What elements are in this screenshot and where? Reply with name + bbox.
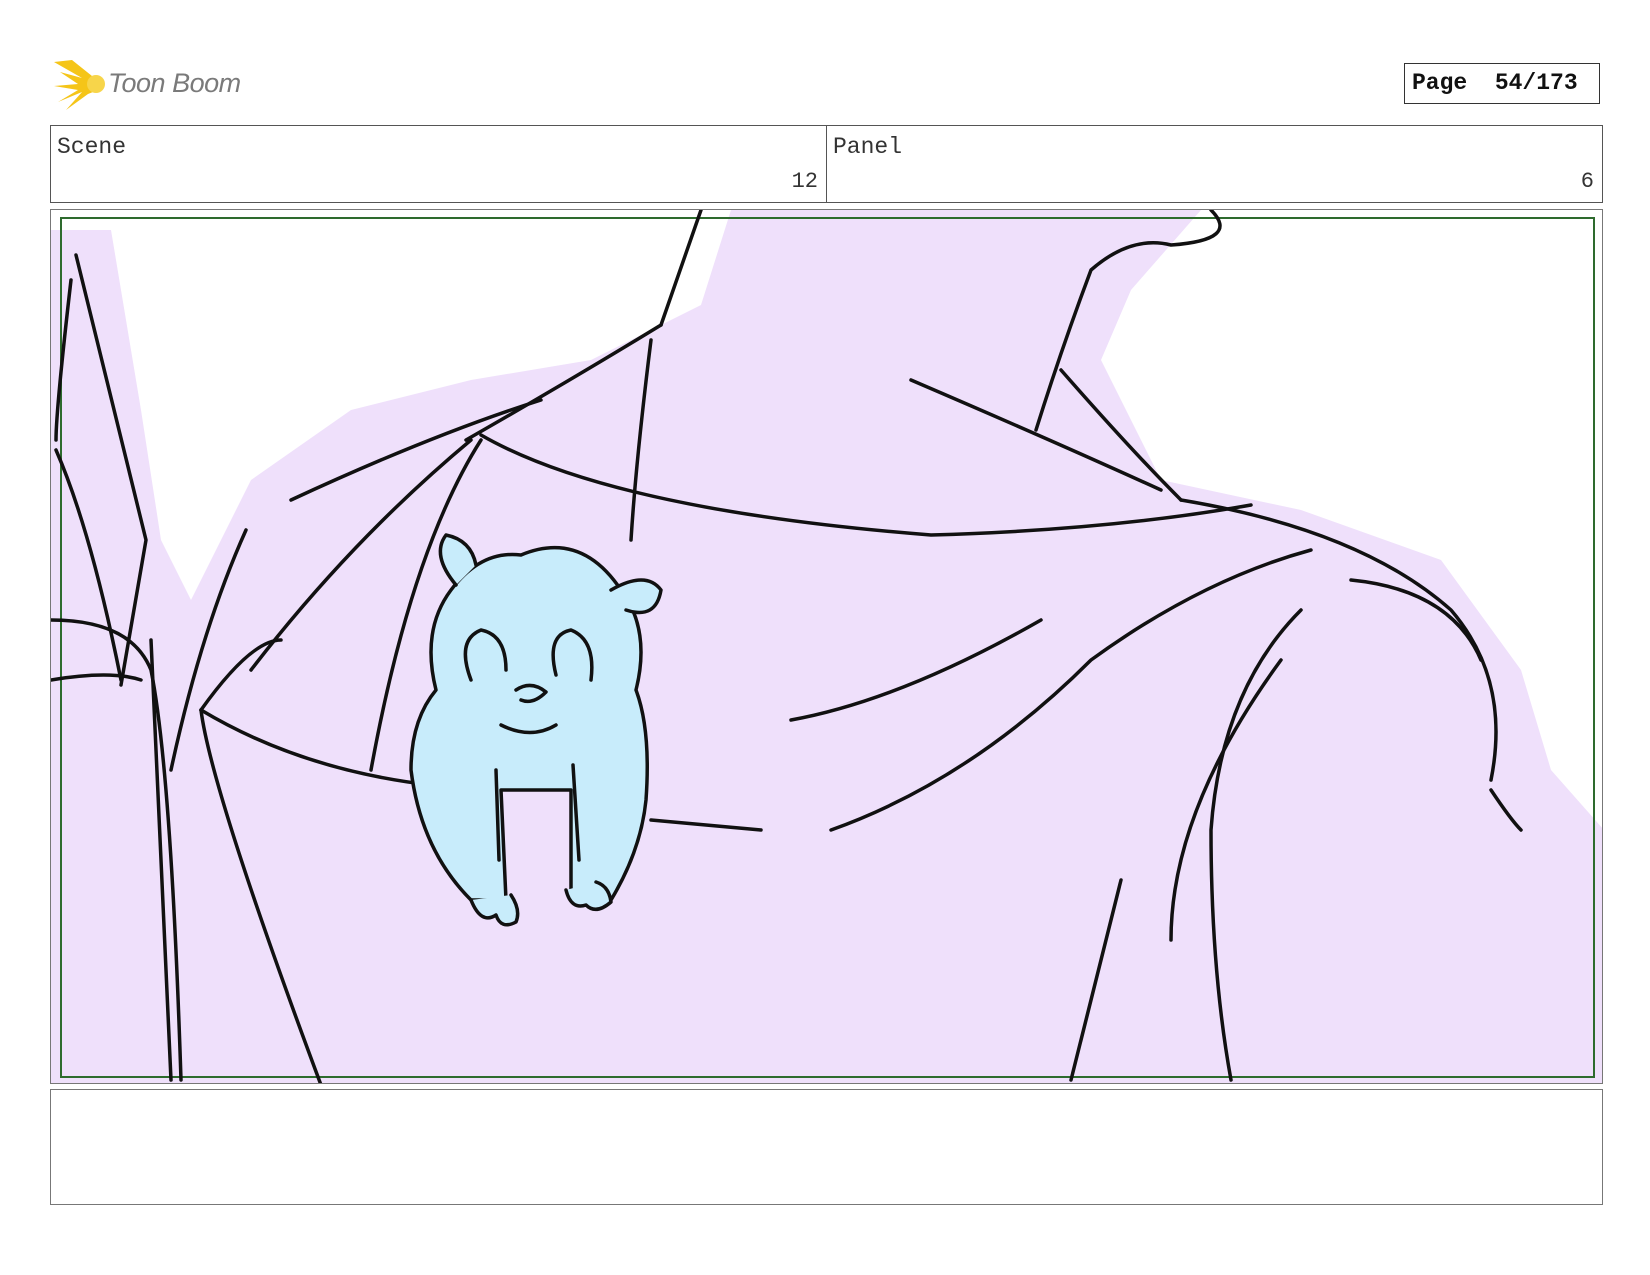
page-number: 54/173 <box>1494 70 1578 96</box>
starburst-icon <box>54 60 105 110</box>
scene-label: Scene <box>57 134 127 160</box>
page-indicator: Page 54/173 <box>1404 63 1600 104</box>
scene-number: 12 <box>791 169 818 194</box>
panel-label: Panel <box>833 134 903 160</box>
panel-number: 6 <box>1580 169 1594 194</box>
panel-sketch <box>51 210 1602 1083</box>
logo-text: Toon Boom <box>108 68 241 98</box>
page-label: Page <box>1412 70 1468 96</box>
storyboard-panel <box>50 209 1603 1084</box>
toon-boom-logo: Toon Boom <box>52 56 262 116</box>
scene-cell: Scene 12 <box>51 126 826 202</box>
scene-panel-header: Scene 12 Panel 6 <box>50 125 1603 203</box>
caption-box <box>50 1089 1603 1205</box>
shoulder-fill <box>51 210 1602 1083</box>
panel-cell: Panel 6 <box>826 126 1602 202</box>
